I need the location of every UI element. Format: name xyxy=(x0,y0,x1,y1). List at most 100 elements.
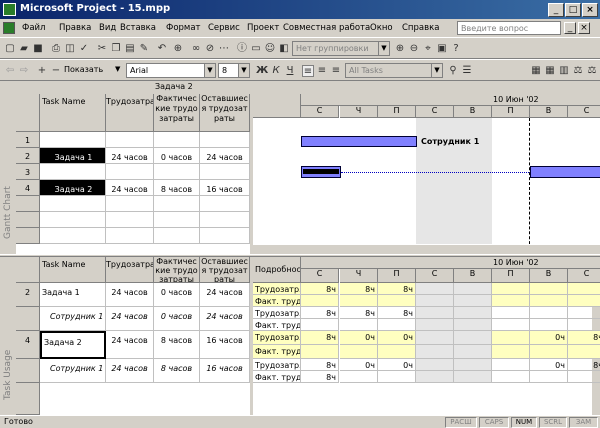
print-icon[interactable]: ⎙ xyxy=(50,43,62,55)
doc-close-button[interactable]: × xyxy=(578,22,590,34)
value-cell[interactable] xyxy=(106,228,154,244)
value-cell[interactable] xyxy=(154,228,200,244)
detail-value-cell[interactable]: 8ч xyxy=(568,331,600,345)
detail-value-cell[interactable] xyxy=(568,345,600,359)
detail-label[interactable]: Факт. труд. xyxy=(253,345,301,359)
zoom-in-icon[interactable]: ⊕ xyxy=(394,43,406,55)
gantt-bar-task2-b[interactable] xyxy=(530,166,600,178)
detail-value-cell[interactable] xyxy=(454,319,492,331)
paste-icon[interactable]: ▤ xyxy=(124,43,136,55)
detail-value-cell[interactable] xyxy=(568,283,600,295)
detail-value-cell[interactable] xyxy=(492,345,530,359)
resource-usage-icon[interactable]: ▦ xyxy=(530,65,542,77)
help-search-input[interactable]: Введите вопрос xyxy=(457,21,561,35)
forward-arrow-icon[interactable]: ⇨ xyxy=(18,65,30,77)
menu-view[interactable]: Вид xyxy=(99,23,116,33)
underline-button[interactable]: Ч xyxy=(284,65,296,77)
value-cell[interactable]: 16 часов xyxy=(200,180,250,196)
detail-label[interactable]: Трудозатр. xyxy=(253,283,301,295)
document-icon[interactable] xyxy=(3,22,15,34)
show-chevron-icon[interactable]: ▼ xyxy=(115,65,120,73)
menu-help[interactable]: Справка xyxy=(402,23,439,33)
detail-label[interactable]: Трудозатр. xyxy=(253,331,301,345)
detail-value-cell[interactable] xyxy=(530,295,568,307)
copy-icon[interactable]: ❐ xyxy=(110,43,122,55)
detail-value-cell[interactable] xyxy=(378,371,416,383)
value-cell[interactable]: 24 часов xyxy=(200,307,250,331)
value-cell[interactable]: 0 часов xyxy=(154,148,200,164)
align-right-icon[interactable]: ≡ xyxy=(330,65,342,77)
detail-value-cell[interactable] xyxy=(340,345,378,359)
value-cell[interactable] xyxy=(200,212,250,228)
detail-value-cell[interactable] xyxy=(340,371,378,383)
row-number[interactable] xyxy=(16,359,40,383)
value-cell[interactable]: 16 часов xyxy=(200,331,250,359)
maximize-button[interactable]: □ xyxy=(565,3,581,17)
detail-value-cell[interactable]: 0ч xyxy=(340,331,378,345)
assign-resources-icon[interactable]: ☺ xyxy=(264,43,276,55)
detail-value-cell[interactable] xyxy=(378,345,416,359)
filter-select[interactable]: All Tasks ▼ xyxy=(345,63,443,78)
detail-value-cell[interactable]: 8ч xyxy=(378,283,416,295)
detail-value-cell[interactable] xyxy=(454,307,492,319)
detail-label[interactable]: Факт. труд. xyxy=(253,371,301,383)
menu-collaborate[interactable]: Совместная работа xyxy=(283,23,370,33)
value-cell[interactable] xyxy=(200,132,250,148)
autofilter-icon[interactable]: ⚲ xyxy=(447,65,459,77)
calendar-icon[interactable]: ▦ xyxy=(544,65,556,77)
grouping-select[interactable]: Нет группировки ▼ xyxy=(292,41,390,56)
row-number[interactable]: 3 xyxy=(16,164,40,180)
detail-value-cell[interactable] xyxy=(454,371,492,383)
show-dropdown[interactable]: Показать xyxy=(64,65,103,74)
row-number[interactable]: 2 xyxy=(16,148,40,164)
detail-value-cell[interactable]: 8ч xyxy=(301,307,339,319)
detail-value-cell[interactable] xyxy=(416,331,454,345)
detail-value-cell[interactable] xyxy=(530,371,568,383)
detail-label[interactable]: Трудозатр. xyxy=(253,359,301,371)
detail-value-cell[interactable] xyxy=(492,283,530,295)
task-name-cell[interactable]: Задача 2 xyxy=(40,180,106,196)
menu-edit[interactable]: Правка xyxy=(59,23,91,33)
detail-value-cell[interactable] xyxy=(378,295,416,307)
detail-value-cell[interactable] xyxy=(416,295,454,307)
detail-value-cell[interactable] xyxy=(568,307,600,319)
value-cell[interactable]: 16 часов xyxy=(200,359,250,383)
detail-value-cell[interactable] xyxy=(568,295,600,307)
copy-picture-icon[interactable]: ▣ xyxy=(436,43,448,55)
col-remaining-work[interactable]: Оставшиеся трудозатраты xyxy=(200,94,250,132)
detail-label[interactable]: Факт. труд. xyxy=(253,295,301,307)
detail-value-cell[interactable] xyxy=(492,331,530,345)
row-number[interactable] xyxy=(16,228,40,244)
row-number[interactable]: 4 xyxy=(16,180,40,196)
detail-value-cell[interactable]: 0ч xyxy=(530,359,568,371)
detail-value-cell[interactable]: 0ч xyxy=(530,331,568,345)
task-name-cell[interactable] xyxy=(40,196,106,212)
col-actual-work[interactable]: Фактические трудозатраты xyxy=(154,257,200,283)
format-painter-icon[interactable]: ✎ xyxy=(138,43,150,55)
col-task-name[interactable]: Task Name xyxy=(40,257,106,283)
cut-icon[interactable]: ✂ xyxy=(96,43,108,55)
detail-value-cell[interactable] xyxy=(492,371,530,383)
value-cell[interactable] xyxy=(154,196,200,212)
gantt-wizard-icon[interactable]: ☰ xyxy=(461,65,473,77)
row-number[interactable]: 1 xyxy=(16,132,40,148)
detail-value-cell[interactable] xyxy=(454,295,492,307)
value-cell[interactable]: 0 часов xyxy=(154,283,200,307)
menu-window[interactable]: Окно xyxy=(370,23,393,33)
hyperlink-icon[interactable]: ⊕ xyxy=(172,43,184,55)
value-cell[interactable] xyxy=(154,212,200,228)
detail-value-cell[interactable] xyxy=(416,319,454,331)
detail-value-cell[interactable]: 8ч xyxy=(340,283,378,295)
detail-label[interactable]: Факт. труд. xyxy=(253,319,301,331)
menu-insert[interactable]: Вставка xyxy=(120,23,156,33)
help-icon[interactable]: ? xyxy=(450,43,462,55)
value-cell[interactable]: 0 часов xyxy=(154,307,200,331)
detail-value-cell[interactable] xyxy=(568,371,600,383)
detail-value-cell[interactable] xyxy=(454,345,492,359)
detail-value-cell[interactable] xyxy=(416,359,454,371)
task-name-cell[interactable]: Задача 1 xyxy=(40,148,106,164)
font-size-select[interactable]: 8 ▼ xyxy=(218,63,250,78)
align-left-icon[interactable]: ≡ xyxy=(302,65,314,77)
detail-value-cell[interactable]: 8ч xyxy=(340,307,378,319)
value-cell[interactable] xyxy=(154,164,200,180)
